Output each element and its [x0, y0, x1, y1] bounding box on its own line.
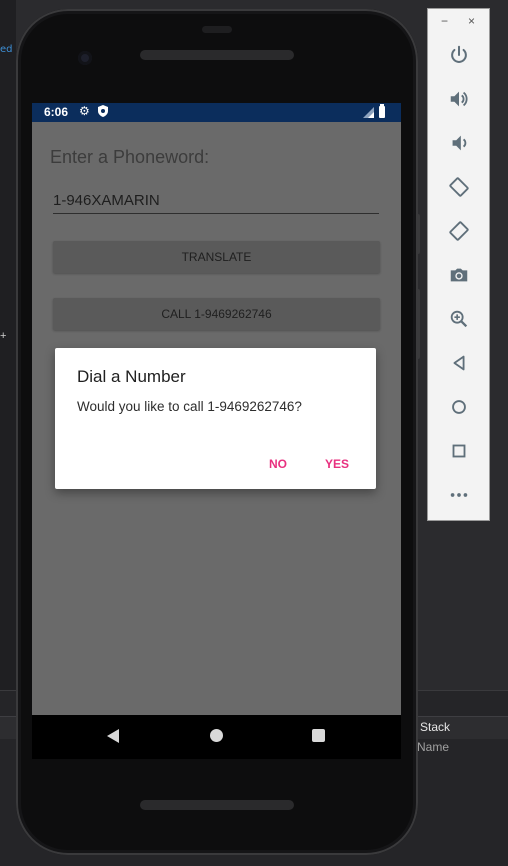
emulator-toolbar: − × [427, 8, 490, 521]
status-bar: 6:06 ⚙ [32, 103, 401, 122]
phone-volume-button [416, 289, 420, 359]
home-icon[interactable] [447, 395, 471, 419]
gear-icon: ⚙ [79, 104, 90, 118]
rotate-left-icon[interactable] [447, 175, 471, 199]
close-button[interactable]: × [468, 14, 475, 28]
translate-button[interactable]: TRANSLATE [53, 241, 380, 273]
more-icon[interactable] [447, 483, 471, 507]
ide-partial-text: ed [0, 44, 13, 55]
volume-up-icon[interactable] [447, 87, 471, 111]
camera-icon[interactable] [447, 263, 471, 287]
phone-sensor [202, 26, 232, 33]
phone-bottom-speaker [140, 800, 294, 810]
call-button[interactable]: CALL 1-9469262746 [53, 298, 380, 330]
recents-icon[interactable] [312, 729, 325, 742]
home-icon[interactable] [210, 729, 223, 742]
rotate-right-icon[interactable] [447, 219, 471, 243]
android-nav-bar [32, 715, 401, 759]
back-icon[interactable] [107, 729, 119, 743]
dial-dialog: Dial a Number Would you like to call 1-9… [55, 348, 376, 489]
ide-name-column: Name [417, 740, 450, 754]
ide-expand-icon[interactable]: + [0, 330, 6, 342]
minimize-button[interactable]: − [441, 14, 448, 28]
dialog-yes-button[interactable]: YES [325, 457, 349, 471]
power-icon[interactable] [447, 43, 471, 67]
overview-icon[interactable] [447, 439, 471, 463]
phoneword-prompt-label: Enter a Phoneword: [50, 147, 210, 167]
ide-stack-label[interactable]: Stack [420, 720, 450, 734]
volume-down-icon[interactable] [447, 131, 471, 155]
phone-camera-icon [78, 51, 92, 65]
dialog-title: Dial a Number [77, 367, 186, 386]
dialog-message: Would you like to call 1-9469262746? [77, 399, 302, 414]
zoom-icon[interactable] [447, 307, 471, 331]
device-screen: 6:06 ⚙ Enter a Phoneword: 1-946XAMARIN T… [32, 103, 401, 715]
phoneword-input[interactable]: 1-946XAMARIN [53, 192, 379, 209]
phone-side-button [416, 214, 420, 254]
signal-icon [363, 107, 374, 118]
phone-speaker [140, 50, 294, 60]
battery-icon [379, 104, 385, 118]
status-time: 6:06 [44, 105, 69, 119]
input-underline [53, 213, 379, 214]
back-icon[interactable] [447, 351, 471, 375]
shield-icon [98, 105, 108, 117]
dialog-no-button[interactable]: NO [269, 457, 287, 471]
